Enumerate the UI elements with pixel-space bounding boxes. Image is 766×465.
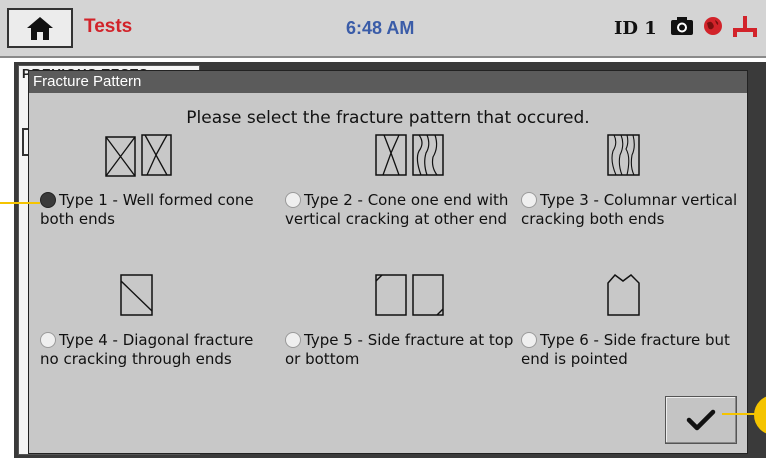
fracture-option-type-5[interactable]: Type 5 - Side fracture at top or bottom <box>285 331 515 369</box>
fracture-type-3-icon <box>607 134 640 176</box>
fracture-type-6-icon <box>607 273 640 316</box>
option-label: Type 6 - Side fracture but end is pointe… <box>521 331 730 368</box>
fracture-option-type-1[interactable]: Type 1 - Well formed cone both ends <box>40 191 270 229</box>
home-button[interactable] <box>7 8 73 48</box>
fracture-option-type-3[interactable]: Type 3 - Columnar vertical cracking both… <box>521 191 751 229</box>
option-label: Type 5 - Side fracture at top or bottom <box>285 331 514 368</box>
clock: 6:48 AM <box>346 18 415 38</box>
fracture-type-1-icon <box>105 134 172 177</box>
home-icon <box>27 17 53 40</box>
fracture-option-type-4[interactable]: Type 4 - Diagonal fracture no cracking t… <box>40 331 270 369</box>
device-id: ID 1 <box>614 18 657 39</box>
fracture-type-4-icon <box>120 274 153 316</box>
option-label: Type 2 - Cone one end with vertical crac… <box>285 191 509 228</box>
radio-button[interactable] <box>521 192 537 208</box>
radio-button[interactable] <box>285 192 301 208</box>
fracture-option-type-6[interactable]: Type 6 - Side fracture but end is pointe… <box>521 331 751 369</box>
fracture-type-2-icon <box>375 134 444 176</box>
callout-pointer-left <box>0 202 40 204</box>
option-label: Type 1 - Well formed cone both ends <box>40 191 254 228</box>
fracture-pattern-dialog: Fracture Pattern Please select the fract… <box>28 70 748 454</box>
fracture-type-5-icon <box>375 274 444 316</box>
radio-button-selected[interactable] <box>40 192 56 208</box>
status-bar: Tests 6:48 AM ID 1 <box>0 0 766 58</box>
network-icon[interactable] <box>731 14 759 38</box>
checkmark-icon <box>686 409 716 431</box>
option-label: Type 3 - Columnar vertical cracking both… <box>521 191 738 228</box>
screen-title: Tests <box>84 16 133 37</box>
camera-icon[interactable] <box>670 16 694 36</box>
confirm-button[interactable] <box>665 396 737 444</box>
dialog-prompt: Please select the fracture pattern that … <box>186 108 590 128</box>
radio-button[interactable] <box>521 332 537 348</box>
fracture-option-type-2[interactable]: Type 2 - Cone one end with vertical crac… <box>285 191 515 229</box>
dialog-title: Fracture Pattern <box>29 71 747 93</box>
radio-button[interactable] <box>285 332 301 348</box>
globe-icon[interactable] <box>703 16 723 36</box>
radio-button[interactable] <box>40 332 56 348</box>
option-label: Type 4 - Diagonal fracture no cracking t… <box>40 331 254 368</box>
